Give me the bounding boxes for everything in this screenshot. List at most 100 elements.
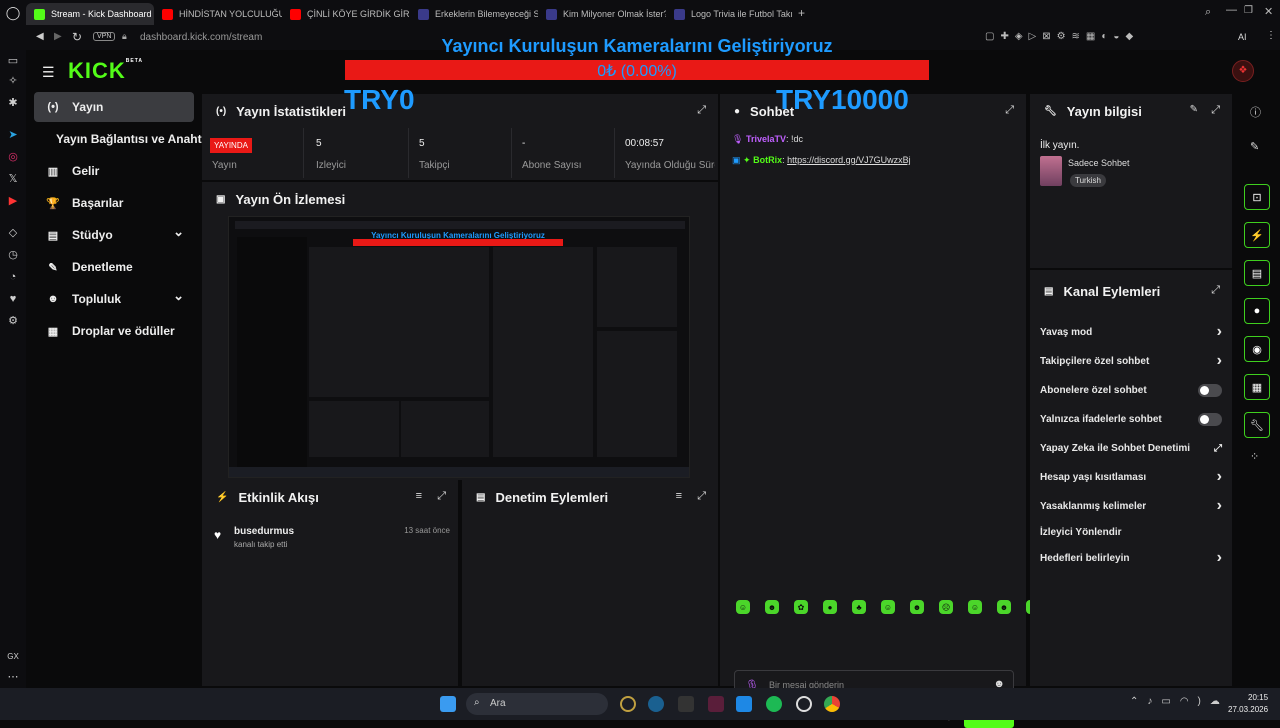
browser-tab[interactable]: ÇİNLİ KÖYE GİRDİK GİRME: [282, 3, 410, 25]
emote-icon[interactable]: ☻: [910, 600, 924, 614]
vpn-badge[interactable]: VPN: [93, 32, 116, 41]
editor-icon[interactable]: [708, 696, 724, 712]
browser-tab[interactable]: Stream - Kick Dashboard: [26, 3, 154, 25]
emote-icon[interactable]: ☹: [939, 600, 953, 614]
expand-icon[interactable]: ⤢: [437, 490, 446, 503]
channel-action-row[interactable]: Yalnızca ifadelerle sohbet: [1040, 409, 1222, 429]
ai-sidebar-icon[interactable]: ✧: [6, 74, 20, 88]
apps-icon[interactable]: ⁘: [1250, 450, 1259, 463]
channel-action-row[interactable]: Hesap yaşı kısıtlaması ›: [1040, 467, 1222, 487]
telegram-icon[interactable]: ➤: [6, 128, 20, 142]
channel-action-row[interactable]: Yavaş mod ›: [1040, 322, 1222, 342]
layout-button[interactable]: ▦: [1244, 374, 1270, 400]
channel-action-row[interactable]: Hedefleri belirleyin ›: [1040, 548, 1222, 568]
ai-button[interactable]: AI: [1238, 32, 1247, 42]
browser-tab[interactable]: Kim Milyoner Olmak İster?: [538, 3, 666, 25]
notes-button[interactable]: ▤: [1244, 260, 1270, 286]
emote-icon[interactable]: ●: [823, 600, 837, 614]
nav-item[interactable]: (•) Yayın: [34, 92, 194, 122]
x-icon[interactable]: 𝕏: [6, 172, 20, 186]
new-tab-icon[interactable]: +: [798, 6, 805, 20]
chat-user[interactable]: TrivelaTV: [746, 134, 786, 144]
browser-tab[interactable]: HİNDİSTAN YOLCULUĞU: [154, 3, 282, 25]
language-tag[interactable]: Turkish: [1070, 174, 1106, 187]
nav-item[interactable]: ▥ Gelir: [34, 156, 194, 186]
settings-icon[interactable]: ⚙: [6, 314, 20, 328]
maximize-icon[interactable]: ❐: [1244, 5, 1253, 16]
opera-icon[interactable]: [796, 696, 812, 712]
emote-icon[interactable]: ☻: [765, 600, 779, 614]
expand-icon[interactable]: ⤢: [697, 490, 706, 503]
extensions-sidebar-icon[interactable]: ✱: [6, 96, 20, 110]
screenshot-button[interactable]: ⊡: [1244, 184, 1270, 210]
nav-item[interactable]: Yayın Bağlantısı ve Anahtarı: [34, 124, 216, 154]
opera-logo-icon[interactable]: ◯: [0, 5, 26, 21]
emote-icon[interactable]: ☺: [881, 600, 895, 614]
kick-logo[interactable]: KICKBETA: [68, 58, 143, 84]
broadcast-button[interactable]: ◉: [1244, 336, 1270, 362]
channel-action-row[interactable]: Takipçilere özel sohbet ›: [1040, 351, 1222, 371]
stream-preview-video[interactable]: Yayıncı Kuruluşun Kameralarını Geliştiri…: [228, 216, 690, 478]
emote-icon[interactable]: ♣: [852, 600, 866, 614]
search-tabs-icon[interactable]: ⌕: [1205, 6, 1211, 19]
browser-tab[interactable]: Logo Trivia ile Futbol Takı: [666, 3, 794, 25]
reload-icon[interactable]: ↻: [72, 30, 82, 44]
hamburger-icon[interactable]: ☰: [42, 64, 55, 81]
extensions-icons[interactable]: ▢✚◈▷⊠⚙≋▦◐◒◆: [985, 31, 1139, 42]
url-field[interactable]: dashboard.kick.com/stream: [140, 32, 262, 43]
clock-icon[interactable]: ◔: [6, 270, 20, 284]
edit-icon[interactable]: ✎: [1190, 104, 1198, 115]
expand-icon[interactable]: ⤢: [1211, 104, 1220, 117]
taskbar-search[interactable]: ⌕ Ara: [466, 693, 608, 715]
tools-button[interactable]: 🔧︎: [1244, 412, 1270, 438]
chat-user[interactable]: BotRix: [753, 155, 782, 165]
history-icon[interactable]: ◷: [6, 248, 20, 262]
edit-layout-icon[interactable]: ✎: [1250, 140, 1259, 153]
filter-icon[interactable]: ≡: [416, 490, 422, 502]
channel-action-row[interactable]: Yasaklanmış kelimeler ›: [1040, 496, 1222, 516]
channel-action-row[interactable]: Yapay Zeka ile Sohbet Denetimi ⤢: [1040, 438, 1222, 458]
menu-icon[interactable]: ⋮: [1266, 30, 1276, 41]
youtube-icon[interactable]: ▶: [6, 194, 20, 208]
emote-icon[interactable]: ☺: [968, 600, 982, 614]
info-icon[interactable]: ⓘ: [1250, 104, 1261, 120]
boost-button[interactable]: ⚡: [1244, 222, 1270, 248]
channel-action-row[interactable]: İzleyici Yönlendir: [1040, 522, 1222, 542]
instagram-icon[interactable]: ◎: [6, 150, 20, 164]
chat-link[interactable]: https://discord.gg/VJ7GUwzxBj: [787, 155, 911, 165]
opera-gx-icon[interactable]: [620, 696, 636, 712]
start-icon[interactable]: [440, 696, 456, 712]
nav-item[interactable]: 🏆 Başarılar: [34, 188, 194, 218]
workspaces-icon[interactable]: ▭: [6, 54, 20, 68]
category-name[interactable]: Sadece Sohbet: [1068, 158, 1130, 168]
back-icon[interactable]: ◀: [36, 31, 44, 42]
profile-avatar[interactable]: ❖: [1232, 60, 1254, 82]
chrome-icon[interactable]: [824, 696, 840, 712]
browser-tab[interactable]: Erkeklerin Bilemeyeceği S: [410, 3, 538, 25]
nav-item[interactable]: ☻ Topluluk ⌄: [34, 284, 194, 314]
spotify-icon[interactable]: [766, 696, 782, 712]
emote-icon[interactable]: ✿: [794, 600, 808, 614]
discord-icon[interactable]: ◇: [6, 226, 20, 240]
nav-item[interactable]: ▤ Stüdyo ⌄: [34, 220, 194, 250]
more-icon[interactable]: ⋯: [6, 670, 20, 684]
channel-action-row[interactable]: Abonelere özel sohbet: [1040, 380, 1222, 400]
forward-icon[interactable]: ▶: [54, 31, 62, 42]
toggle-switch[interactable]: [1198, 412, 1222, 426]
filter-icon[interactable]: ≡: [676, 490, 682, 502]
bookmarks-icon[interactable]: ♥: [6, 292, 20, 306]
nav-item[interactable]: ▦ Droplar ve ödüller: [34, 316, 194, 346]
tray-icons[interactable]: ⌃♪▭◠)☁: [1130, 696, 1229, 707]
close-window-icon[interactable]: ✕: [1264, 5, 1273, 18]
expand-icon[interactable]: ⤢: [1211, 284, 1220, 297]
steam-icon[interactable]: [648, 696, 664, 712]
activity-user[interactable]: busedurmus: [234, 526, 294, 537]
vscode-icon[interactable]: [736, 696, 752, 712]
chat-toggle-button[interactable]: ●: [1244, 298, 1270, 324]
epic-games-icon[interactable]: [678, 696, 694, 712]
emote-icon[interactable]: ☺: [736, 600, 750, 614]
expand-icon[interactable]: ⤢: [1005, 104, 1014, 117]
gx-icon[interactable]: GX: [6, 650, 20, 664]
minimize-icon[interactable]: —: [1226, 4, 1237, 16]
emote-icon[interactable]: ☻: [997, 600, 1011, 614]
